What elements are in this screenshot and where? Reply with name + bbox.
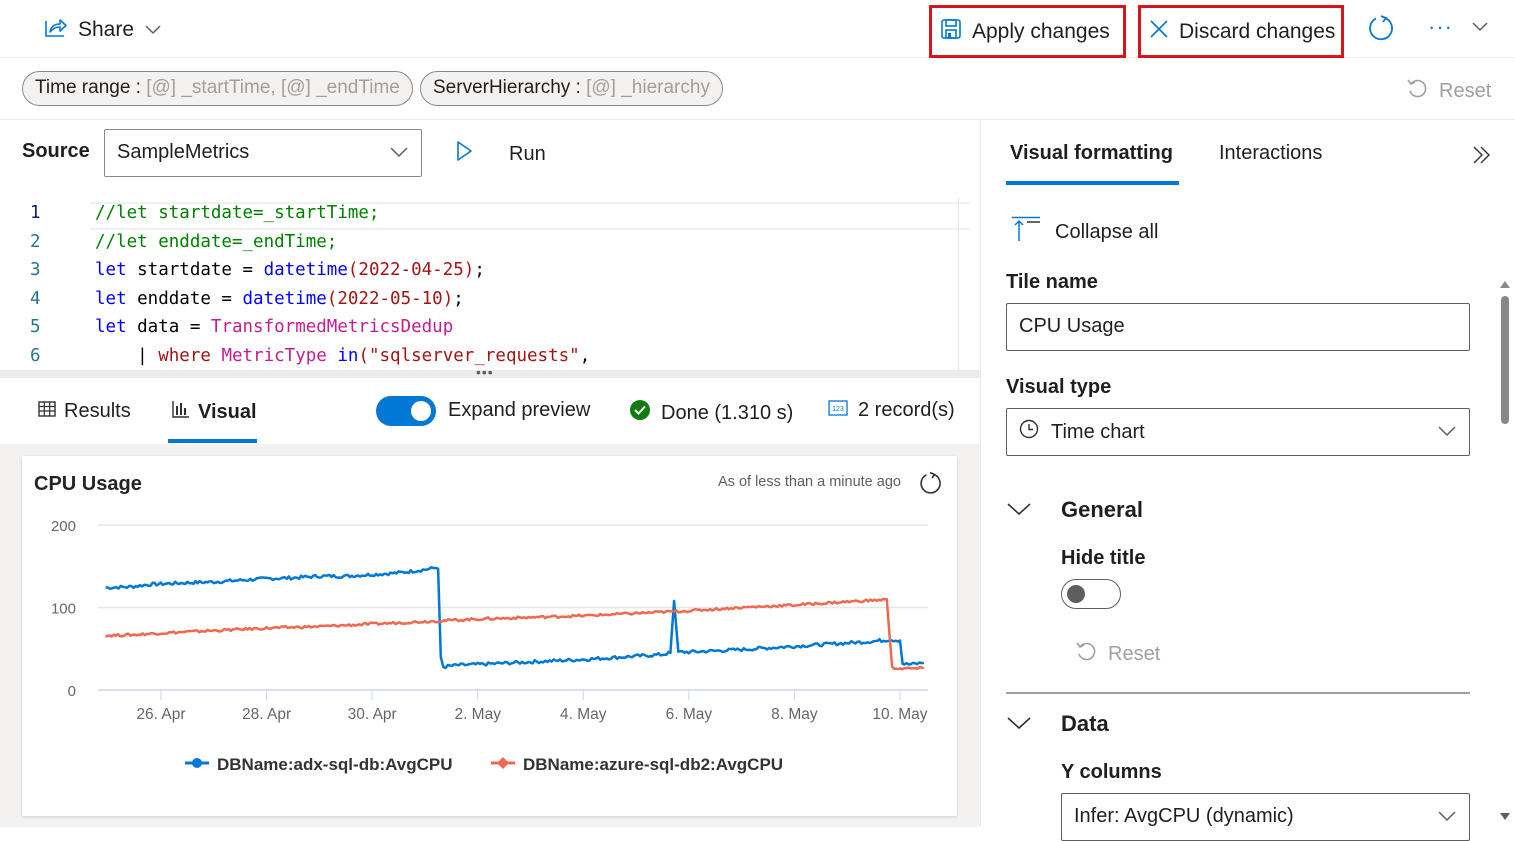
legend-label: DBName:azure-sql-db2:AvgCPU: [523, 755, 783, 774]
section-general-header[interactable]: General: [1006, 497, 1143, 523]
x-tick-label: 10. May: [872, 706, 927, 723]
section-data-label: Data: [1061, 711, 1109, 736]
visual-type-dropdown[interactable]: Time chart: [1006, 408, 1470, 456]
y-tick-label: 100: [51, 601, 76, 618]
visual-type-label: Visual type: [1006, 376, 1112, 398]
section-general-label: General: [1061, 497, 1143, 522]
chevron-down-icon: [1006, 711, 1061, 737]
chevron-down-icon: [1437, 421, 1457, 447]
legend-marker: [497, 757, 509, 769]
x-tick-label: 28. Apr: [242, 706, 291, 723]
series-line-2: [104, 597, 925, 671]
visual-type-value: Time chart: [1051, 420, 1145, 443]
clock-icon: [1019, 419, 1039, 445]
chevron-down-icon: [1437, 806, 1457, 832]
legend-marker: [192, 758, 202, 768]
collapse-all-label: Collapse all: [1055, 220, 1159, 243]
scroll-down-arrow-icon[interactable]: [1499, 809, 1511, 827]
y-tick-label: 200: [51, 518, 76, 535]
formatting-pane: Visual formatting Interactions Collapse …: [980, 120, 1515, 841]
scrollbar-thumb[interactable]: [1501, 296, 1509, 424]
x-tick-label: 8. May: [771, 706, 818, 723]
section-divider: [1006, 692, 1470, 694]
section-data-header[interactable]: Data: [1006, 711, 1109, 737]
y-columns-label: Y columns: [1061, 761, 1162, 783]
collapse-all-icon: [1011, 216, 1041, 248]
chevron-down-icon: [1006, 497, 1061, 523]
undo-icon: [1074, 639, 1098, 669]
y-columns-dropdown[interactable]: Infer: AvgCPU (dynamic): [1061, 793, 1470, 841]
collapse-all-button[interactable]: Collapse all: [1011, 216, 1158, 248]
x-tick-label: 4. May: [560, 706, 607, 723]
tab-interactions[interactable]: Interactions: [1219, 142, 1322, 165]
double-chevron-right-icon: [1471, 146, 1493, 170]
legend-label: DBName:adx-sql-db:AvgCPU: [217, 755, 453, 774]
collapse-pane-button[interactable]: [1471, 144, 1493, 171]
general-reset-button[interactable]: Reset: [1074, 639, 1160, 669]
tile-name-input[interactable]: CPU Usage: [1006, 303, 1470, 351]
tab-visual-formatting[interactable]: Visual formatting: [1010, 142, 1173, 165]
x-tick-label: 6. May: [666, 706, 713, 723]
reset-label: Reset: [1108, 642, 1161, 665]
hide-title-toggle[interactable]: [1061, 579, 1121, 609]
tile-name-value: CPU Usage: [1019, 315, 1125, 337]
active-tab-indicator: [1006, 181, 1179, 185]
x-tick-label: 30. Apr: [348, 706, 397, 723]
x-tick-label: 26. Apr: [136, 706, 185, 723]
x-tick-label: 2. May: [454, 706, 501, 723]
tile-name-label: Tile name: [1006, 271, 1098, 293]
hide-title-label: Hide title: [1061, 547, 1146, 569]
y-tick-label: 0: [68, 683, 76, 700]
scroll-up-arrow-icon[interactable]: [1499, 276, 1511, 294]
y-columns-value: Infer: AvgCPU (dynamic): [1074, 805, 1294, 827]
